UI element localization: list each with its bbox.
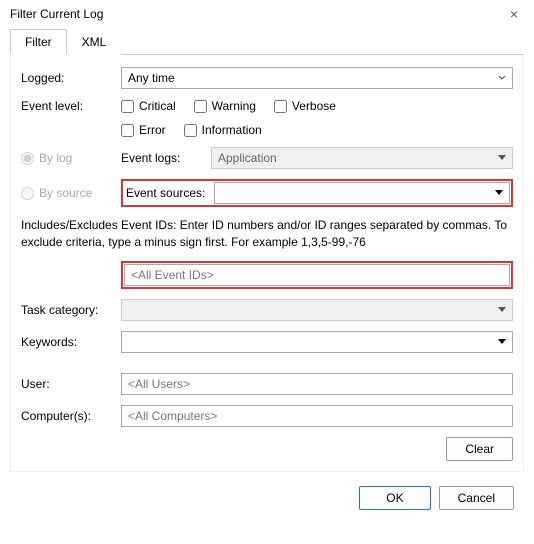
tab-filter[interactable]: Filter <box>10 29 67 55</box>
cancel-button[interactable]: Cancel <box>439 486 514 510</box>
computers-label: Computer(s): <box>21 409 121 423</box>
event-level-label: Event level: <box>21 99 121 113</box>
check-critical-label: Critical <box>139 99 176 113</box>
event-sources-combo[interactable] <box>214 182 510 204</box>
computers-value: <All Computers> <box>128 409 217 423</box>
checkbox-critical[interactable] <box>121 100 134 113</box>
event-ids-help: Includes/Excludes Event IDs: Enter ID nu… <box>21 217 513 251</box>
logged-select[interactable]: Any time <box>121 67 513 89</box>
by-source-radio <box>21 187 34 200</box>
by-source-label: By source <box>39 186 92 200</box>
event-sources-label: Event sources: <box>124 182 214 204</box>
user-input[interactable]: <All Users> <box>121 373 513 395</box>
check-information[interactable]: Information <box>184 123 262 137</box>
task-category-label: Task category: <box>21 303 121 317</box>
computers-input[interactable]: <All Computers> <box>121 405 513 427</box>
task-category-combo <box>121 299 513 321</box>
event-ids-input[interactable]: <All Event IDs> <box>124 264 510 286</box>
chevron-down-icon <box>498 75 506 81</box>
check-information-label: Information <box>202 123 262 137</box>
by-log-label: By log <box>39 151 72 165</box>
checkbox-information[interactable] <box>184 124 197 137</box>
close-icon[interactable]: × <box>504 6 524 22</box>
by-source-radio-row: By source <box>21 186 121 200</box>
tab-xml[interactable]: XML <box>67 29 122 55</box>
checkbox-verbose[interactable] <box>274 100 287 113</box>
dialog-title: Filter Current Log <box>10 7 103 21</box>
event-logs-label: Event logs: <box>121 151 211 165</box>
check-error[interactable]: Error <box>121 123 166 137</box>
checkbox-error[interactable] <box>121 124 134 137</box>
clear-button[interactable]: Clear <box>446 437 513 461</box>
by-log-radio-row: By log <box>21 151 121 165</box>
ok-button[interactable]: OK <box>359 486 430 510</box>
event-logs-value: Application <box>218 151 277 165</box>
event-sources-highlight: Event sources: <box>121 179 513 207</box>
chevron-down-icon <box>498 339 506 345</box>
logged-value: Any time <box>128 71 175 85</box>
by-log-radio <box>21 152 34 165</box>
check-verbose-label: Verbose <box>292 99 336 113</box>
chevron-down-icon <box>495 190 503 196</box>
filter-panel: Logged: Any time Event level: Critical W… <box>10 55 524 472</box>
check-warning-label: Warning <box>212 99 256 113</box>
chevron-down-icon <box>498 155 506 161</box>
tab-strip: Filter XML <box>10 28 524 55</box>
user-label: User: <box>21 377 121 391</box>
keywords-combo[interactable] <box>121 331 513 353</box>
keywords-label: Keywords: <box>21 335 121 349</box>
logged-label: Logged: <box>21 71 121 85</box>
event-logs-combo: Application <box>211 147 513 169</box>
user-value: <All Users> <box>128 377 190 391</box>
check-error-label: Error <box>139 123 166 137</box>
check-critical[interactable]: Critical <box>121 99 176 113</box>
event-ids-highlight: <All Event IDs> <box>121 261 513 289</box>
check-verbose[interactable]: Verbose <box>274 99 336 113</box>
checkbox-warning[interactable] <box>194 100 207 113</box>
check-warning[interactable]: Warning <box>194 99 256 113</box>
event-ids-value: <All Event IDs> <box>131 268 214 282</box>
chevron-down-icon <box>498 307 506 313</box>
